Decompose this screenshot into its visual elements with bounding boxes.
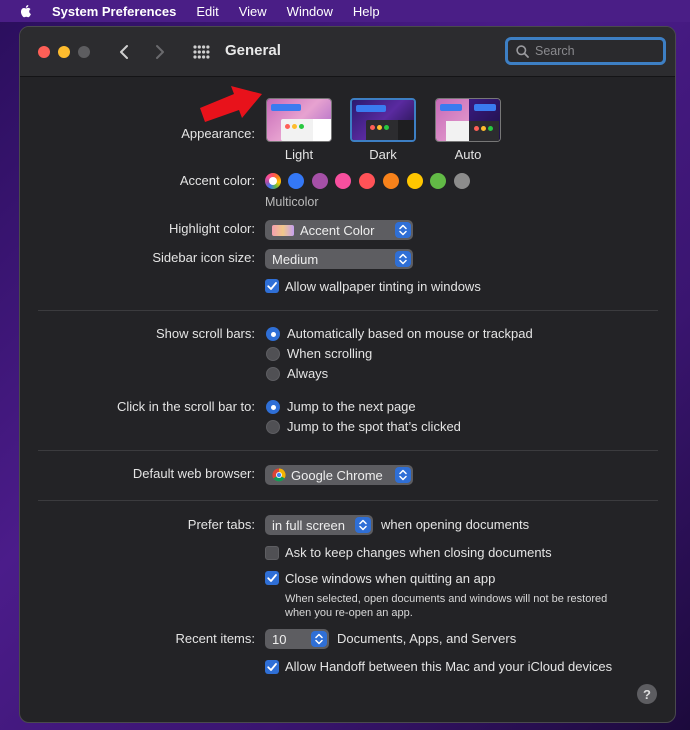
accent-color-swatch[interactable] (288, 173, 304, 189)
menu-bar: System Preferences Edit View Window Help (0, 0, 690, 22)
separator (38, 310, 658, 311)
accent-color-swatch[interactable] (335, 173, 352, 189)
search-icon (516, 44, 529, 58)
separator (38, 450, 658, 451)
checkmark-icon (267, 574, 277, 582)
handoff-label: Allow Handoff between this Mac and your … (285, 659, 613, 674)
back-button[interactable] (116, 42, 132, 62)
accent-color-swatch[interactable] (311, 173, 328, 189)
close-windows-note-line2: when you re-open an app. (285, 607, 413, 619)
accent-color-swatch[interactable] (382, 173, 399, 189)
accent-color-swatch[interactable] (430, 173, 447, 189)
prefer-tabs-value: in full screen (272, 517, 345, 533)
highlight-color-label: Highlight color: (169, 221, 255, 236)
minimize-window-button[interactable] (58, 46, 70, 58)
sidebar-icon-size-popup[interactable]: Medium (265, 249, 413, 269)
menu-view[interactable]: View (239, 4, 267, 19)
show-scroll-bars-label: Show scroll bars: (156, 326, 255, 341)
prefer-tabs-suffix: when opening documents (381, 517, 530, 532)
close-windows-checkbox[interactable] (265, 571, 279, 585)
search-field[interactable] (505, 37, 666, 65)
scroll-bars-when-scrolling-label: When scrolling (287, 346, 373, 361)
appearance-dark-caption: Dark (369, 147, 397, 162)
chevron-right-icon (156, 45, 164, 59)
appearance-dark-thumbnail[interactable] (350, 98, 416, 142)
highlight-swatch (272, 224, 294, 236)
prefer-tabs-label: Prefer tabs: (187, 517, 255, 532)
checkmark-icon (267, 282, 277, 290)
click-jump-next-page-radio[interactable] (266, 400, 280, 414)
click-jump-to-spot-label: Jump to the spot that’s clicked (287, 419, 461, 434)
scroll-bars-when-scrolling-radio[interactable] (266, 347, 280, 361)
show-all-button[interactable] (192, 43, 210, 61)
menu-help[interactable]: Help (353, 4, 380, 19)
title-bar: General (20, 27, 675, 77)
accent-multicolor-swatch[interactable] (265, 173, 281, 189)
forward-button[interactable] (152, 42, 168, 62)
appearance-auto-caption: Auto (454, 147, 482, 162)
general-preferences-window: General Appearance: Light Dark (19, 26, 676, 723)
click-jump-to-spot-radio[interactable] (266, 420, 280, 434)
grid-icon (192, 45, 209, 59)
window-title: General (225, 42, 281, 59)
recent-items-value: 10 (272, 631, 287, 647)
updown-arrows-icon (355, 517, 371, 533)
appearance-auto-thumbnail[interactable] (435, 98, 501, 142)
updown-arrows-icon (395, 251, 411, 267)
scroll-bars-auto-radio[interactable] (266, 327, 280, 341)
default-browser-label: Default web browser: (132, 466, 255, 481)
annotation-arrow-icon (200, 86, 262, 122)
accent-color-swatch[interactable] (406, 173, 423, 189)
handoff-checkbox[interactable] (265, 660, 279, 674)
wallpaper-tinting-label: Allow wallpaper tinting in windows (285, 279, 481, 294)
sidebar-icon-size-value: Medium (272, 251, 319, 267)
prefer-tabs-popup[interactable]: in full screen (265, 515, 373, 535)
scroll-bars-always-radio[interactable] (266, 367, 280, 381)
scroll-bars-auto-label: Automatically based on mouse or trackpad (287, 326, 533, 341)
accent-color-label: Accent color: (179, 173, 255, 188)
menu-window[interactable]: Window (287, 4, 333, 19)
search-input[interactable] (535, 44, 645, 58)
chrome-icon (272, 468, 286, 482)
accent-color-swatch[interactable] (359, 173, 376, 189)
accent-selected-name: Multicolor (265, 195, 319, 209)
appearance-label: Appearance: (181, 126, 255, 141)
zoom-window-button[interactable] (78, 46, 90, 58)
appearance-light-caption: Light (284, 147, 314, 162)
close-window-button[interactable] (38, 46, 50, 58)
ask-keep-changes-checkbox[interactable] (265, 546, 279, 560)
default-browser-value: Google Chrome (291, 467, 383, 483)
close-windows-note-line1: When selected, open documents and window… (285, 593, 608, 605)
recent-items-label: Recent items: (175, 631, 255, 646)
updown-arrows-icon (311, 631, 327, 647)
scroll-bars-always-label: Always (287, 366, 329, 381)
menu-edit[interactable]: Edit (196, 4, 218, 19)
chevron-left-icon (120, 45, 128, 59)
sidebar-icon-size-label: Sidebar icon size: (152, 250, 255, 265)
separator (38, 500, 658, 501)
ask-keep-changes-label: Ask to keep changes when closing documen… (285, 545, 552, 560)
appearance-light-thumbnail[interactable] (266, 98, 332, 142)
wallpaper-tinting-checkbox[interactable] (265, 279, 279, 293)
highlight-color-value: Accent Color (300, 222, 375, 238)
default-browser-popup[interactable]: Google Chrome (265, 465, 413, 485)
apple-icon[interactable] (18, 3, 34, 19)
highlight-color-popup[interactable]: Accent Color (265, 220, 413, 240)
accent-color-swatch[interactable] (453, 173, 470, 189)
updown-arrows-icon (395, 467, 411, 483)
recent-items-popup[interactable]: 10 (265, 629, 329, 649)
updown-arrows-icon (395, 222, 411, 238)
click-jump-next-page-label: Jump to the next page (287, 399, 416, 414)
click-scroll-bar-label: Click in the scroll bar to: (117, 399, 255, 414)
checkmark-icon (267, 663, 277, 671)
close-windows-label: Close windows when quitting an app (285, 571, 496, 586)
recent-items-suffix: Documents, Apps, and Servers (337, 631, 517, 646)
help-button[interactable]: ? (637, 684, 657, 704)
menu-app-name[interactable]: System Preferences (52, 4, 176, 19)
